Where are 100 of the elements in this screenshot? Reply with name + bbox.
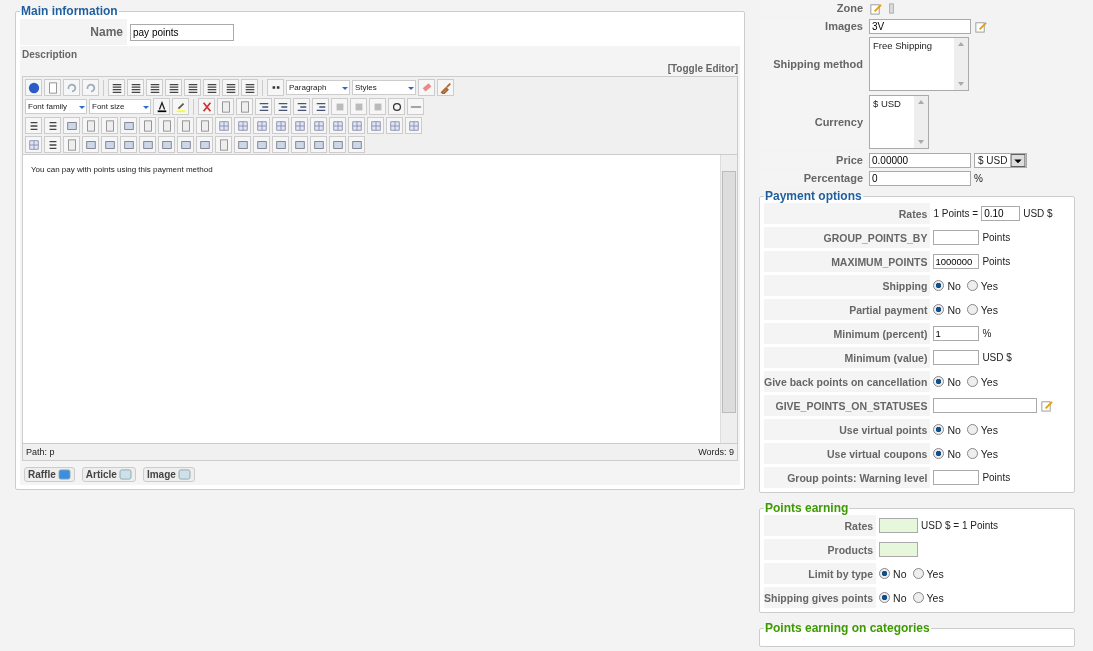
grid-icon: [27, 138, 40, 151]
radio-button[interactable]: [912, 592, 924, 603]
radio-option[interactable]: No: [879, 567, 907, 580]
toolbar-button[interactable]: [293, 98, 310, 115]
list-option[interactable]: $ USD: [873, 98, 911, 109]
statuses-input[interactable]: [933, 398, 1038, 413]
number-input[interactable]: 1: [933, 326, 980, 341]
toolbar-button[interactable]: [127, 79, 144, 96]
square-icon: [122, 119, 135, 132]
radio-button[interactable]: [912, 568, 924, 579]
radio-option[interactable]: Yes: [966, 279, 998, 292]
eraser-icon: [420, 81, 433, 94]
section-title: Main information: [20, 4, 119, 18]
radio-button[interactable]: [879, 568, 891, 579]
radio-option[interactable]: No: [879, 591, 907, 604]
number-input[interactable]: [879, 518, 919, 533]
styles-select[interactable]: Styles: [352, 80, 416, 95]
lines-icon: [257, 100, 270, 113]
lines-icon: [295, 100, 308, 113]
toolbar-button[interactable]: [25, 117, 42, 134]
toolbar-button[interactable]: [44, 117, 61, 134]
arrow-up-icon[interactable]: [917, 98, 925, 106]
grid-icon: [274, 119, 287, 132]
font-size-select[interactable]: Font size: [89, 99, 151, 114]
toolbar-button[interactable]: [255, 98, 272, 115]
currency-select[interactable]: $ USD: [974, 152, 1027, 168]
scrollbar[interactable]: [720, 155, 737, 443]
arrow-down-icon[interactable]: [917, 138, 925, 146]
field-label: Limit by type: [764, 563, 877, 584]
number-input[interactable]: [879, 542, 919, 557]
edit-icon[interactable]: [869, 1, 882, 15]
toolbar-button[interactable]: [153, 98, 170, 115]
toolbar-button[interactable]: [241, 79, 258, 96]
square-icon: [160, 138, 173, 151]
list-box[interactable]: $ USD: [869, 95, 929, 149]
field-label: Group points: Warning level: [764, 467, 931, 488]
radio-option[interactable]: No: [933, 423, 961, 436]
radio-button[interactable]: [933, 376, 945, 387]
percentage-input[interactable]: 0: [869, 170, 971, 186]
toolbar-button[interactable]: [203, 79, 220, 96]
insert-button[interactable]: Raffle: [24, 467, 75, 482]
radio-option[interactable]: Yes: [912, 591, 944, 604]
toolbar-button[interactable]: [108, 79, 125, 96]
toolbar-button[interactable]: [44, 136, 61, 153]
radio-button[interactable]: [966, 448, 978, 459]
radio-option[interactable]: Yes: [966, 375, 998, 388]
radio-option[interactable]: No: [933, 303, 961, 316]
radio-option[interactable]: No: [933, 375, 961, 388]
insert-button[interactable]: Image: [142, 467, 195, 482]
doc-icon: [46, 81, 59, 94]
toolbar-button[interactable]: [388, 98, 405, 115]
list-option[interactable]: Free Shipping: [873, 40, 951, 51]
radio-button[interactable]: [933, 304, 945, 315]
radio-option[interactable]: No: [933, 279, 961, 292]
edit-icon[interactable]: [1040, 399, 1054, 412]
radio-button[interactable]: [933, 448, 945, 459]
radio-option[interactable]: Yes: [966, 423, 998, 436]
radio-button[interactable]: [966, 424, 978, 435]
toolbar-button[interactable]: [165, 79, 182, 96]
format-select[interactable]: Paragraph: [286, 80, 350, 95]
field-label: GIVE_POINTS_ON_STATUSES: [764, 395, 931, 416]
number-input[interactable]: [933, 470, 980, 485]
number-input[interactable]: 1000000: [933, 254, 980, 269]
font-family-select[interactable]: Font family: [25, 99, 87, 114]
radio-option[interactable]: Yes: [912, 567, 944, 580]
radio-option[interactable]: Yes: [966, 447, 998, 460]
name-input[interactable]: pay points: [130, 23, 234, 41]
word-count: Words: 9: [698, 447, 734, 457]
arrow-up-icon[interactable]: [957, 40, 965, 48]
number-input[interactable]: [933, 350, 980, 365]
toolbar-button[interactable]: [146, 79, 163, 96]
insert-button[interactable]: Article: [81, 467, 136, 482]
list-box[interactable]: Free Shipping: [869, 37, 969, 91]
edit-icon[interactable]: [974, 19, 987, 33]
toggle-editor-link[interactable]: [Toggle Editor]: [667, 63, 738, 74]
images-input[interactable]: 3V: [869, 18, 971, 34]
toolbar-button[interactable]: [184, 79, 201, 96]
radio-button[interactable]: [966, 280, 978, 291]
field-label: MAXIMUM_POINTS: [764, 251, 931, 272]
radio-option[interactable]: Yes: [966, 303, 998, 316]
arrow-down-icon[interactable]: [957, 80, 965, 88]
radio-button[interactable]: [966, 376, 978, 387]
number-input[interactable]: [933, 230, 980, 245]
radio-button[interactable]: [879, 592, 891, 603]
square-icon: [312, 138, 325, 151]
toolbar-button[interactable]: [274, 98, 291, 115]
radio-button[interactable]: [966, 304, 978, 315]
radio-button[interactable]: [933, 424, 945, 435]
toolbar-button[interactable]: [312, 98, 329, 115]
price-input[interactable]: 0.00000: [869, 152, 971, 168]
toolbar-button[interactable]: [222, 79, 239, 96]
section-title: Points earning: [764, 501, 850, 515]
rate-input[interactable]: 0.10: [981, 206, 1021, 221]
field-label: Shipping: [764, 275, 931, 296]
radio-option[interactable]: No: [933, 447, 961, 460]
grid-icon: [217, 119, 230, 132]
section-title: Payment options: [764, 189, 863, 203]
lines-icon: [148, 81, 161, 94]
doc-icon: [238, 100, 251, 113]
radio-button[interactable]: [933, 280, 945, 291]
